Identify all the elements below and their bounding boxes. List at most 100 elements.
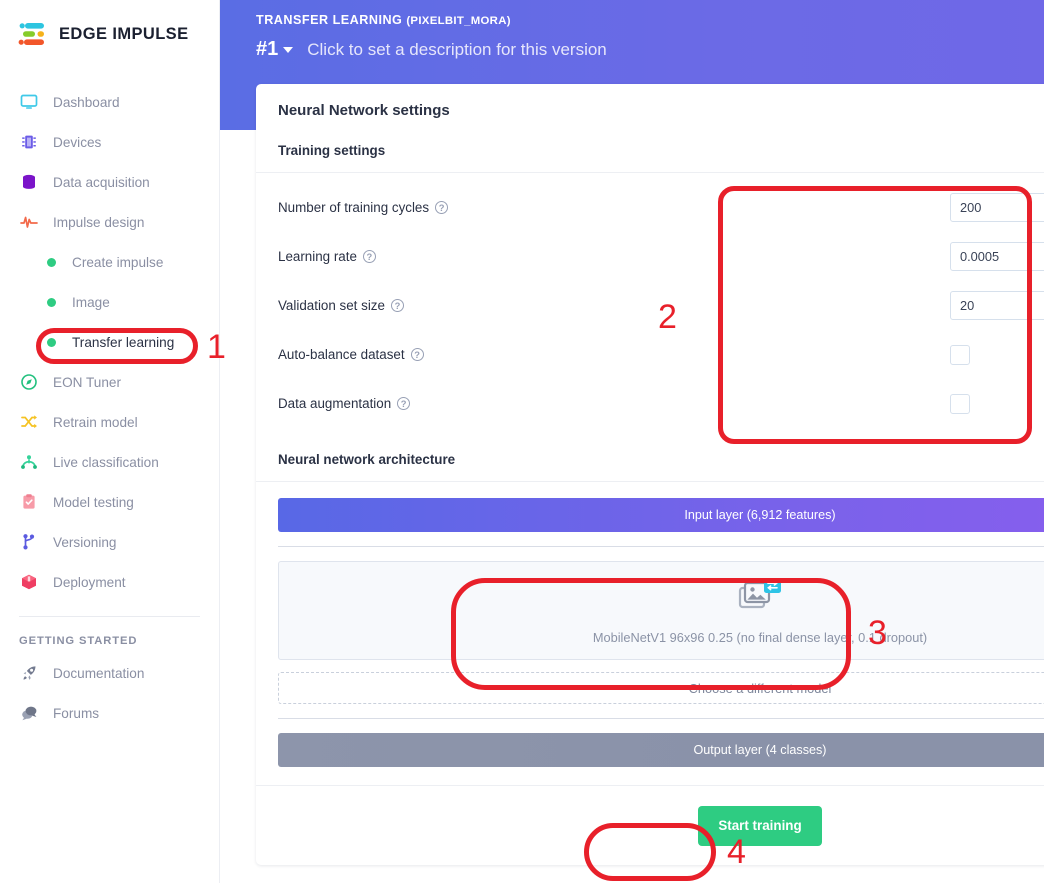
field-row-auto-balance: Auto-balance dataset ?	[278, 330, 1044, 379]
field-row-learning-rate: Learning rate ?	[278, 232, 1044, 281]
sidebar-item-deployment[interactable]: Deployment	[0, 562, 219, 602]
field-label-text: Learning rate	[278, 249, 357, 264]
model-label: MobileNetV1 96x96 0.25 (no final dense l…	[592, 629, 928, 645]
sidebar-item-create-impulse[interactable]: Create impulse	[0, 242, 219, 282]
sidebar-item-label: Image	[72, 294, 110, 310]
sidebar-item-label: Versioning	[53, 534, 117, 550]
model-selection-box[interactable]: MobileNetV1 96x96 0.25 (no final dense l…	[278, 561, 1044, 660]
field-control	[950, 242, 1044, 271]
monitor-icon	[19, 92, 39, 112]
main-content: Neural Network settings Training setting…	[220, 0, 1044, 883]
field-row-training-cycles: Number of training cycles ?	[278, 183, 1044, 232]
page-title: Neural Network settings	[278, 101, 450, 119]
sidebar-item-label: Forums	[53, 705, 100, 721]
field-label-text: Number of training cycles	[278, 200, 430, 215]
shuffle-icon	[19, 412, 39, 432]
field-control	[950, 193, 1044, 222]
clipboard-check-icon	[19, 492, 39, 512]
data-augmentation-checkbox[interactable]	[950, 393, 970, 414]
auto-balance-checkbox[interactable]	[950, 344, 970, 365]
sidebar-item-label: Impulse design	[53, 214, 145, 230]
green-dot-icon	[47, 337, 56, 347]
sidebar-item-image[interactable]: Image	[0, 282, 219, 322]
sidebar-item-label: EON Tuner	[53, 374, 121, 390]
help-circle-icon[interactable]: ?	[362, 250, 376, 263]
sidebar-item-label: Devices	[53, 134, 102, 150]
card-header: Neural Network settings	[256, 84, 1044, 136]
choose-different-model-button[interactable]: Choose a different model	[278, 672, 1044, 704]
sidebar-item-documentation[interactable]: Documentation	[0, 653, 219, 693]
sidebar-item-data-acquisition[interactable]: Data acquisition	[0, 162, 219, 202]
sidebar-item-forums[interactable]: Forums	[0, 693, 219, 733]
brand-name: EDGE IMPULSE	[59, 24, 189, 43]
sidebar-item-model-testing[interactable]: Model testing	[0, 482, 219, 522]
compass-icon	[19, 372, 39, 392]
sidebar-item-versioning[interactable]: Versioning	[0, 522, 219, 562]
help-circle-icon[interactable]: ?	[390, 299, 404, 312]
neural-network-settings-card: Neural Network settings Training setting…	[256, 84, 1044, 865]
field-label-text: Data augmentation	[278, 396, 392, 411]
green-dot-icon	[47, 297, 56, 307]
sidebar-item-transfer-learning[interactable]: Transfer learning	[0, 322, 219, 362]
sidebar-item-label: Retrain model	[53, 414, 138, 430]
learning-rate-input[interactable]	[950, 242, 1044, 271]
sidebar-item-label: Data acquisition	[53, 174, 150, 190]
field-label: Number of training cycles ?	[278, 200, 950, 215]
rocket-icon	[19, 663, 39, 683]
database-icon	[19, 172, 39, 192]
field-label: Data augmentation ?	[278, 396, 950, 411]
sidebar-item-live-classification[interactable]: Live classification	[0, 442, 219, 482]
box-icon	[19, 572, 39, 592]
sidebar-item-devices[interactable]: Devices	[0, 122, 219, 162]
layer-divider	[278, 546, 1044, 547]
architecture-body: Input layer (6,912 features) MobileNetV1…	[256, 482, 1044, 785]
sidebar-item-label: Transfer learning	[72, 334, 175, 350]
sidebar-section-title: GETTING STARTED	[19, 635, 138, 647]
sidebar-item-dashboard[interactable]: Dashboard	[0, 82, 219, 122]
field-row-validation-set-size: Validation set size ? %	[278, 281, 1044, 330]
chat-bubble-icon	[19, 703, 39, 723]
sidebar-item-label: Deployment	[53, 574, 126, 590]
sidebar-item-retrain-model[interactable]: Retrain model	[0, 402, 219, 442]
field-label: Learning rate ?	[278, 249, 950, 264]
sidebar-item-label: Model testing	[53, 494, 134, 510]
chip-icon	[19, 132, 39, 152]
green-dot-icon	[47, 257, 56, 267]
input-layer-bar: Input layer (6,912 features)	[278, 498, 1044, 532]
git-branch-icon	[19, 532, 39, 552]
sidebar: EDGE IMPULSE Dashboard Devices Data acqu	[0, 0, 220, 883]
sidebar-item-label: Live classification	[53, 454, 159, 470]
field-label: Auto-balance dataset ?	[278, 347, 950, 362]
sidebar-item-label: Dashboard	[53, 94, 120, 110]
field-row-data-augmentation: Data augmentation ?	[278, 379, 1044, 428]
sidebar-item-impulse-design[interactable]: Impulse design	[0, 202, 219, 242]
field-control	[950, 344, 1044, 365]
transfer-image-icon	[738, 577, 782, 618]
start-training-button[interactable]: Start training	[698, 805, 822, 846]
sidebar-item-label: Create impulse	[72, 254, 164, 270]
layer-divider-2	[278, 718, 1044, 719]
antenna-icon	[19, 452, 39, 472]
field-control	[950, 393, 1044, 414]
field-label: Validation set size ?	[278, 298, 950, 313]
architecture-section-title: Neural network architecture	[256, 436, 1044, 482]
training-settings-title: Training settings	[256, 136, 1044, 173]
edge-impulse-logo-icon	[18, 21, 50, 47]
field-label-text: Validation set size	[278, 298, 385, 313]
sidebar-item-eon-tuner[interactable]: EON Tuner	[0, 362, 219, 402]
validation-set-size-input[interactable]	[950, 291, 1044, 320]
sidebar-item-label: Documentation	[53, 665, 145, 681]
help-circle-icon[interactable]: ?	[410, 348, 424, 361]
help-circle-icon[interactable]: ?	[397, 397, 411, 410]
sidebar-nav: Dashboard Devices Data acquisition Impul…	[0, 82, 219, 733]
field-label-text: Auto-balance dataset	[278, 347, 405, 362]
training-cycles-input[interactable]	[950, 193, 1044, 222]
output-layer-bar: Output layer (4 classes)	[278, 733, 1044, 767]
help-circle-icon[interactable]: ?	[435, 201, 449, 214]
waveform-icon	[19, 212, 39, 232]
training-settings-fields: Number of training cycles ? Learning rat…	[256, 173, 1044, 436]
brand-header[interactable]: EDGE IMPULSE	[0, 0, 219, 52]
card-footer: Start training	[256, 785, 1044, 865]
app-root: EDGE IMPULSE Dashboard Devices Data acqu	[0, 0, 1044, 883]
field-control: %	[950, 291, 1044, 320]
